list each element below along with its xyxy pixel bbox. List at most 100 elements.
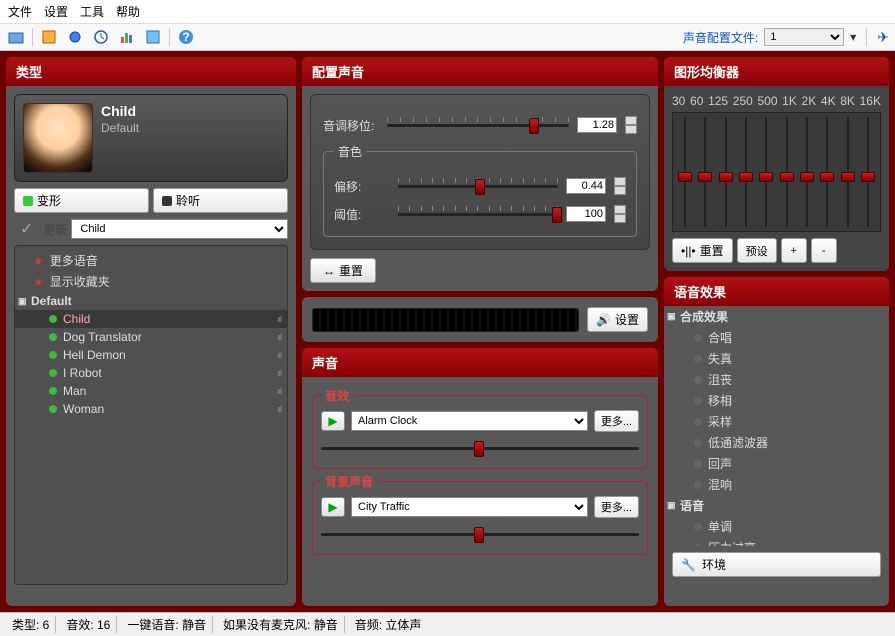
sfx-legend: 音效 <box>321 387 353 404</box>
offset-down[interactable]: ▼ <box>614 186 626 195</box>
fx-sample[interactable]: 采样 <box>664 411 889 432</box>
level-settings-button[interactable]: 🔊设置 <box>587 307 648 332</box>
bg-fieldset: 背景声音 ▶ City Traffic 更多... <box>312 473 648 555</box>
bg-more-button[interactable]: 更多... <box>594 496 639 518</box>
more-voices[interactable]: ★更多语音 <box>15 250 287 271</box>
toolbar-icon-3[interactable] <box>65 27 85 47</box>
toolbar-icon-clock[interactable] <box>91 27 111 47</box>
menu-settings[interactable]: 设置 <box>44 3 68 20</box>
threshold-value[interactable] <box>566 206 606 222</box>
svg-text:?: ? <box>182 30 189 44</box>
show-favorites[interactable]: ★显示收藏夹 <box>15 271 287 292</box>
listen-button[interactable]: 聆听 <box>153 188 288 213</box>
eq-band-60[interactable] <box>698 117 712 227</box>
pitch-down[interactable]: ▼ <box>625 125 637 134</box>
voice-combo[interactable]: Child <box>71 219 288 239</box>
main-area: 类型 Child Default 变形 聆听 ✓ 更新 Child <box>0 51 895 612</box>
threshold-label: 阈值: <box>334 206 390 223</box>
voice-item-hell[interactable]: Hell Demonııl <box>15 346 287 364</box>
toolbar-icon-chart[interactable] <box>117 27 137 47</box>
menu-bar: 文件 设置 工具 帮助 <box>0 0 895 24</box>
eq-band-1k[interactable] <box>780 117 794 227</box>
timbre-legend: 音色 <box>334 143 366 160</box>
eq-reset-button[interactable]: •||•重置 <box>672 238 733 263</box>
pitch-value[interactable] <box>577 117 617 133</box>
voice-item-woman[interactable]: Womanııl <box>15 400 287 418</box>
update-label: 更新 <box>43 221 67 238</box>
bg-select[interactable]: City Traffic <box>351 497 588 517</box>
pitch-up[interactable]: ▲ <box>625 116 637 125</box>
fx-chorus[interactable]: 合唱 <box>664 327 889 348</box>
profile-name: Child <box>101 103 139 119</box>
morph-button[interactable]: 变形 <box>14 188 149 213</box>
voice-item-child[interactable]: Childııl <box>15 310 287 328</box>
check-icon: ✓ <box>20 219 33 239</box>
eq-panel-title: 图形均衡器 <box>664 57 889 86</box>
bg-slider[interactable] <box>321 524 639 544</box>
eq-band-125[interactable] <box>719 117 733 227</box>
fx-lowpass[interactable]: 低通滤波器 <box>664 432 889 453</box>
status-type: 类型: 6 <box>6 616 56 633</box>
status-onekey: 一键语音: 静音 <box>121 616 213 633</box>
sound-config-select[interactable]: 1 <box>764 28 844 46</box>
toolbar-icon-2[interactable] <box>39 27 59 47</box>
threshold-down[interactable]: ▼ <box>614 214 626 223</box>
fx-group-synth[interactable]: 合成效果 <box>664 306 889 327</box>
sfx-play-button[interactable]: ▶ <box>321 411 345 431</box>
eq-band-250[interactable] <box>739 117 753 227</box>
toolbar-icon-5[interactable] <box>143 27 163 47</box>
fx-distortion[interactable]: 失真 <box>664 348 889 369</box>
fx-mono[interactable]: 单调 <box>664 516 889 537</box>
filter-icon[interactable]: ✈ <box>877 29 889 46</box>
threshold-up[interactable]: ▲ <box>614 205 626 214</box>
voice-item-robot[interactable]: I Robotııl <box>15 364 287 382</box>
sound-panel-title: 声音 <box>302 348 658 377</box>
offset-up[interactable]: ▲ <box>614 177 626 186</box>
threshold-slider[interactable] <box>398 204 558 224</box>
eq-band-500[interactable] <box>759 117 773 227</box>
bg-play-button[interactable]: ▶ <box>321 497 345 517</box>
eq-band-30[interactable] <box>678 117 692 227</box>
voice-item-dog[interactable]: Dog Translatorııl <box>15 328 287 346</box>
voice-item-man[interactable]: Manııl <box>15 382 287 400</box>
offset-value[interactable] <box>566 178 606 194</box>
eq-band-2k[interactable] <box>800 117 814 227</box>
voice-list[interactable]: ★更多语音 ★显示收藏夹 Default Childııl Dog Transl… <box>14 245 288 585</box>
environment-button[interactable]: 🔧环境 <box>672 552 881 577</box>
profile-card: Child Default <box>14 94 288 182</box>
fx-group-voice[interactable]: 语音 <box>664 495 889 516</box>
status-sfx: 音效: 16 <box>60 616 117 633</box>
eq-panel: 图形均衡器 30601252505001K2K4K8K16K <box>664 57 889 271</box>
fx-stress[interactable]: 压力过高 <box>664 537 889 546</box>
menu-file[interactable]: 文件 <box>8 3 32 20</box>
eq-plus-button[interactable]: + <box>781 238 807 263</box>
eq-band-4k[interactable] <box>820 117 834 227</box>
menu-help[interactable]: 帮助 <box>116 3 140 20</box>
status-audio: 音频: 立体声 <box>349 616 428 633</box>
menu-tools[interactable]: 工具 <box>80 3 104 20</box>
config-reset-button[interactable]: ↔重置 <box>310 258 376 283</box>
wrench-icon: 🔧 <box>681 558 696 572</box>
toolbar-icon-1[interactable] <box>6 27 26 47</box>
pitch-slider[interactable] <box>387 115 569 135</box>
eq-preset-button[interactable]: 预设 <box>737 238 777 263</box>
sfx-fieldset: 音效 ▶ Alarm Clock 更多... <box>312 387 648 469</box>
sfx-slider[interactable] <box>321 438 639 458</box>
fx-phaser[interactable]: 移相 <box>664 390 889 411</box>
offset-slider[interactable] <box>398 176 558 196</box>
eq-band-16k[interactable] <box>861 117 875 227</box>
sound-panel: 声音 音效 ▶ Alarm Clock 更多... 背景声音 ▶ City Tr… <box>302 348 658 606</box>
fx-depress[interactable]: 沮丧 <box>664 369 889 390</box>
toolbar-help-icon[interactable]: ? <box>176 27 196 47</box>
eq-minus-button[interactable]: - <box>811 238 837 263</box>
status-bar: 类型: 6 音效: 16 一键语音: 静音 如果没有麦克风: 静音 音频: 立体… <box>0 612 895 636</box>
level-meter <box>312 308 579 332</box>
voice-group-default[interactable]: Default <box>15 292 287 310</box>
sfx-select[interactable]: Alarm Clock <box>351 411 588 431</box>
fx-echo[interactable]: 回声 <box>664 453 889 474</box>
timbre-fieldset: 音色 偏移: ▲▼ 阈值: <box>323 143 637 237</box>
fx-list[interactable]: 合成效果 合唱 失真 沮丧 移相 采样 低通滤波器 回声 混响 语音 单调 压力… <box>664 306 889 546</box>
sfx-more-button[interactable]: 更多... <box>594 410 639 432</box>
eq-band-8k[interactable] <box>841 117 855 227</box>
fx-reverb[interactable]: 混响 <box>664 474 889 495</box>
